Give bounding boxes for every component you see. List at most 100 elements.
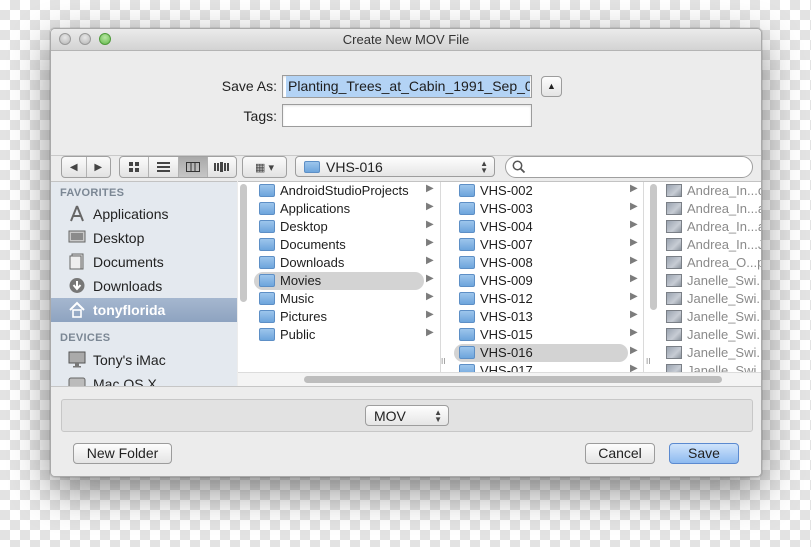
folder-icon <box>459 184 475 197</box>
sidebar-item-desktop[interactable]: Desktop <box>51 226 237 250</box>
list-item[interactable]: VHS-013 ▶ <box>452 308 643 326</box>
list-item-label: VHS-003 <box>480 201 533 216</box>
disclosure-arrow-icon: ▶ <box>426 273 434 284</box>
list-item[interactable]: VHS-015 ▶ <box>452 326 643 344</box>
list-item[interactable]: VHS-008 ▶ <box>452 254 643 272</box>
list-item[interactable]: Janelle_Swi... <box>659 290 762 308</box>
forward-button[interactable]: ▶ <box>87 157 111 177</box>
folder-icon <box>459 310 475 323</box>
sidebar-item-applications[interactable]: Applications <box>51 202 237 226</box>
list-item-label: Applications <box>280 201 351 216</box>
window-title: Create New MOV File <box>342 32 470 47</box>
list-item-label: VHS-009 <box>480 273 533 288</box>
folder-icon <box>459 364 475 372</box>
list-item[interactable]: Janelle_Swi... <box>659 362 761 372</box>
list-item[interactable]: VHS-017 ▶ <box>452 362 643 372</box>
folder-icon <box>259 292 275 305</box>
save-as-field[interactable]: Planting_Trees_at_Cabin_1991_Sep_01 <box>282 75 532 98</box>
title-bar: Create New MOV File <box>51 29 761 51</box>
list-item[interactable]: Desktop ▶ <box>252 218 440 236</box>
sidebar-item-documents[interactable]: Documents <box>51 250 237 274</box>
sidebar-item-label: Desktop <box>93 230 145 246</box>
column-home-list: AndroidStudioProjects ▶ Applications ▶ Deskt… <box>252 182 441 372</box>
save-button[interactable]: Save <box>669 443 739 464</box>
save-as-label: Save As: <box>221 78 277 94</box>
sidebar-scrollbar[interactable] <box>240 184 247 302</box>
sidebar: FAVORITES Applications Desktop Documents… <box>51 181 237 386</box>
column-resize-handle[interactable]: II <box>441 357 445 366</box>
icon-view-button[interactable] <box>120 157 150 177</box>
search-field[interactable] <box>505 156 753 178</box>
list-item[interactable]: Downloads ▶ <box>252 254 440 272</box>
list-item-label: Janelle_Swi... <box>687 291 762 306</box>
disclosure-arrow-icon: ▶ <box>630 291 638 302</box>
disclosure-arrow-icon: ▶ <box>630 255 638 266</box>
sidebar-item-tonys-imac[interactable]: Tony's iMac <box>51 348 237 372</box>
list-item[interactable]: VHS-009 ▶ <box>452 272 643 290</box>
list-item[interactable]: Janelle_Swi... <box>659 272 761 290</box>
list-item[interactable]: VHS-002 ▶ <box>452 182 643 200</box>
list-item[interactable]: Andrea_In...o <box>659 182 761 200</box>
folder-icon <box>259 274 275 287</box>
list-item[interactable]: Movies ▶ <box>252 272 440 290</box>
horizontal-scrollbar[interactable] <box>238 372 761 386</box>
list-item[interactable]: Andrea_In...a <box>659 218 761 236</box>
back-button[interactable]: ◀ <box>62 157 87 177</box>
list-item-label: Andrea_In...Ju <box>687 237 761 252</box>
list-item[interactable]: Documents ▶ <box>252 236 440 254</box>
list-item[interactable]: Applications ▶ <box>252 200 440 218</box>
list-item[interactable]: Andrea_In...a <box>659 200 761 218</box>
sidebar-item-downloads[interactable]: Downloads <box>51 274 237 298</box>
list-view-button[interactable] <box>149 157 179 177</box>
list-item[interactable]: Andrea_In...Ju <box>659 236 761 254</box>
disclosure-arrow-icon: ▶ <box>426 255 434 266</box>
scrollbar-knob[interactable] <box>304 376 722 383</box>
back-icon: ◀ <box>69 161 78 173</box>
list-item[interactable]: VHS-004 ▶ <box>452 218 643 236</box>
list-item[interactable]: Andrea_O...p <box>659 254 761 272</box>
column-resize-handle[interactable]: II <box>646 357 650 366</box>
sidebar-item-mac-os-x[interactable]: Mac OS X <box>51 372 237 386</box>
list-item[interactable]: Pictures ▶ <box>252 308 440 326</box>
folder-icon <box>259 220 275 233</box>
save-options: Save As: Planting_Trees_at_Cabin_1991_Se… <box>51 51 761 156</box>
column-browser: AndroidStudioProjects ▶ Applications ▶ Deskt… <box>238 181 762 386</box>
disclosure-arrow-icon: ▶ <box>426 309 434 320</box>
column-view-button[interactable] <box>178 157 208 177</box>
disclosure-arrow-icon: ▶ <box>426 201 434 212</box>
list-item[interactable]: VHS-007 ▶ <box>452 236 643 254</box>
back-forward-control: ◀ ▶ <box>61 156 111 178</box>
arrange-button[interactable]: ▦ ▾ <box>242 156 287 178</box>
list-item[interactable]: Music ▶ <box>252 290 440 308</box>
tags-field[interactable] <box>282 104 532 127</box>
coverflow-view-button[interactable] <box>208 157 236 177</box>
video-file-icon <box>666 292 682 305</box>
format-value: MOV <box>374 408 406 424</box>
save-as-value: Planting_Trees_at_Cabin_1991_Sep_01 <box>286 76 530 97</box>
list-item[interactable]: Janelle_Swi... <box>659 308 762 326</box>
expand-button[interactable]: ▲ <box>541 76 562 97</box>
icon-view-icon <box>128 162 139 172</box>
disclosure-arrow-icon: ▶ <box>426 219 434 230</box>
list-item-label: VHS-013 <box>480 309 533 324</box>
new-folder-button[interactable]: New Folder <box>73 443 172 464</box>
list-item-label: Janelle_Swi... <box>687 309 762 324</box>
updown-arrows-icon: ▲ ▼ <box>480 159 488 175</box>
list-item[interactable]: AndroidStudioProjects ▶ <box>252 182 440 200</box>
list-item[interactable]: Public ▶ <box>252 326 440 344</box>
format-popup[interactable]: MOV ▲ ▼ <box>365 405 449 426</box>
list-item-label: Janelle_Swi... <box>687 327 762 342</box>
cancel-button[interactable]: Cancel <box>585 443 655 464</box>
list-item[interactable]: Janelle_Swi... <box>659 344 761 362</box>
folder-icon <box>459 202 475 215</box>
list-item[interactable]: VHS-016 ▶ <box>452 344 643 362</box>
location-popup[interactable]: VHS-016 ▲ ▼ <box>295 156 495 177</box>
folder-icon <box>459 346 475 359</box>
column-scrollbar[interactable] <box>650 184 657 310</box>
search-icon <box>512 160 526 174</box>
list-item[interactable]: Janelle_Swi... <box>659 326 762 344</box>
list-item[interactable]: VHS-003 ▶ <box>452 200 643 218</box>
list-item[interactable]: VHS-012 ▶ <box>452 290 643 308</box>
sidebar-item-tonyflorida[interactable]: tonyflorida <box>51 298 237 322</box>
list-item-label: VHS-008 <box>480 255 533 270</box>
